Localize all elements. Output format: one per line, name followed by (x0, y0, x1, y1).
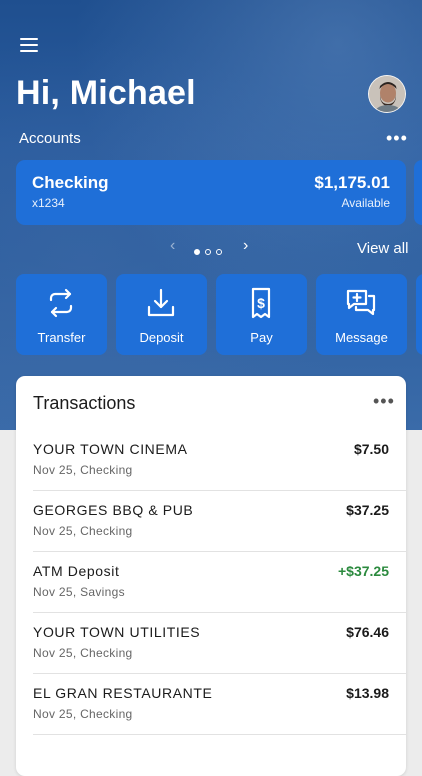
account-number: x1234 (32, 196, 65, 210)
transaction-details: Nov 25, Checking (33, 524, 133, 538)
transaction-amount: $37.25 (346, 502, 389, 518)
transaction-merchant: GEORGES BBQ & PUB (33, 502, 194, 518)
transaction-row[interactable]: YOUR TOWN CINEMA Nov 25, Checking $7.50 (16, 430, 406, 491)
page-indicator (194, 242, 227, 260)
hamburger-menu-icon[interactable] (20, 38, 38, 52)
transaction-row[interactable]: ATM Deposit Nov 25, Savings +$37.25 (16, 552, 406, 613)
next-action-button[interactable] (416, 274, 422, 355)
transaction-details: Nov 25, Checking (33, 646, 133, 660)
account-name: Checking (32, 173, 109, 192)
transaction-amount: $7.50 (353, 441, 389, 457)
transaction-amount: $76.46 (346, 624, 389, 640)
chevron-right-icon[interactable]: › (243, 237, 248, 255)
accounts-more-icon[interactable]: ••• (386, 128, 408, 149)
account-card-checking[interactable]: Checking x1234 $1,175.01 Available (16, 160, 406, 225)
deposit-label: Deposit (139, 330, 184, 345)
pay-label: Pay (250, 330, 273, 345)
message-label: Message (335, 330, 388, 345)
quick-actions: Transfer Deposit $ Pay Message (16, 274, 422, 355)
avatar[interactable] (368, 75, 406, 113)
row-divider (33, 734, 406, 735)
transaction-row[interactable]: EL GRAN RESTAURANTE Nov 25, Checking $13… (16, 674, 406, 735)
page-dot[interactable] (194, 249, 200, 255)
transfer-label: Transfer (37, 330, 86, 345)
pay-icon: $ (251, 287, 271, 319)
transaction-amount: $13.98 (346, 685, 389, 701)
view-all-link[interactable]: View all (357, 240, 408, 257)
message-button[interactable]: Message (316, 274, 407, 355)
account-balance-label: Available (341, 196, 390, 210)
accounts-label: Accounts (19, 130, 81, 147)
message-icon (346, 289, 376, 316)
transaction-details: Nov 25, Checking (33, 463, 133, 477)
transactions-more-icon[interactable]: ••• (373, 391, 395, 412)
transfer-icon (49, 288, 73, 318)
page-dot[interactable] (216, 249, 222, 255)
deposit-button[interactable]: Deposit (116, 274, 207, 355)
transaction-merchant: YOUR TOWN CINEMA (33, 441, 188, 457)
greeting-title: Hi, Michael (16, 74, 196, 112)
transaction-details: Nov 25, Checking (33, 707, 133, 721)
transaction-details: Nov 25, Savings (33, 585, 125, 599)
chevron-left-icon[interactable]: ‹ (170, 237, 175, 255)
account-balance: $1,175.01 (314, 173, 390, 192)
pay-button[interactable]: $ Pay (216, 274, 307, 355)
deposit-icon (147, 288, 175, 317)
transactions-title: Transactions (33, 393, 136, 413)
transaction-row[interactable]: GEORGES BBQ & PUB Nov 25, Checking $37.2… (16, 491, 406, 552)
transaction-row[interactable]: YOUR TOWN UTILITIES Nov 25, Checking $76… (16, 613, 406, 674)
transaction-amount: +$37.25 (338, 563, 389, 579)
transaction-merchant: YOUR TOWN UTILITIES (33, 624, 201, 640)
page-dot[interactable] (205, 249, 211, 255)
next-account-card[interactable] (414, 160, 422, 225)
transactions-card: Transactions ••• YOUR TOWN CINEMA Nov 25… (16, 376, 406, 776)
transfer-button[interactable]: Transfer (16, 274, 107, 355)
svg-text:$: $ (257, 295, 265, 311)
transaction-merchant: EL GRAN RESTAURANTE (33, 685, 213, 701)
transaction-merchant: ATM Deposit (33, 563, 120, 579)
